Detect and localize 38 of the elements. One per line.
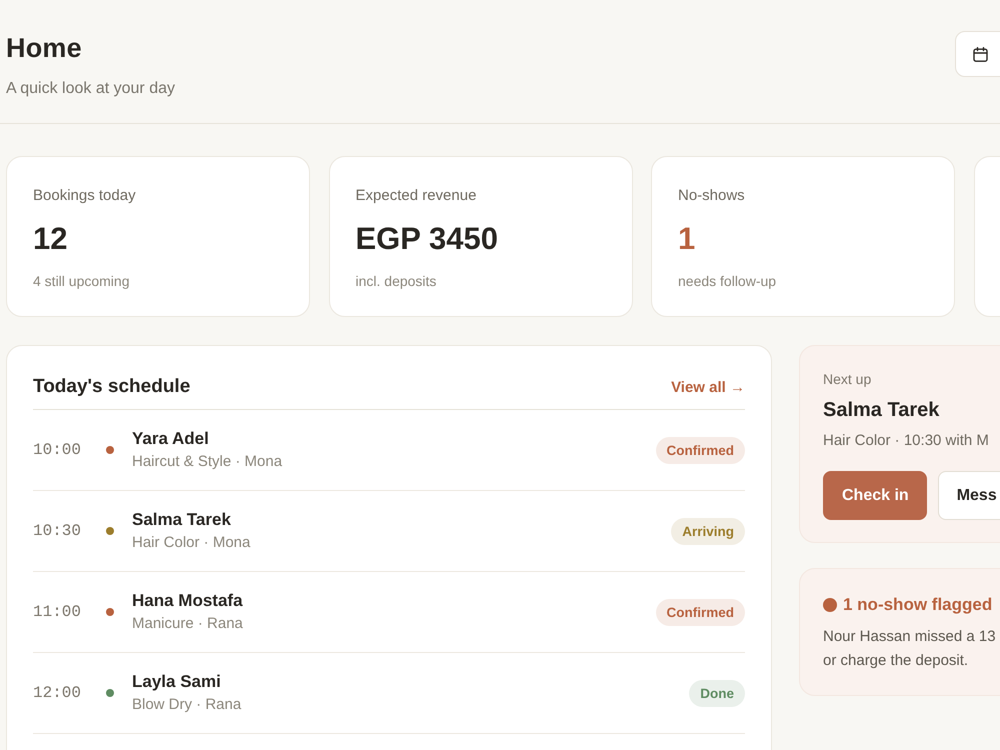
stat-note: 4 still upcoming <box>33 272 130 291</box>
appointment-time: 10:30 <box>33 521 82 541</box>
next-up-detail: Hair Color · 10:30 with M <box>823 431 989 451</box>
stat-label: Bookings today <box>33 186 136 206</box>
service-detail: Hair Color · Mona <box>132 533 250 553</box>
client-name: Layla Sami <box>132 671 221 693</box>
status-badge: Confirmed <box>656 598 745 626</box>
stat-note: incl. deposits <box>356 272 436 291</box>
alert-message: Nour Hassan missed a 13 or charge the deposit. <box>823 627 996 671</box>
message-button[interactable]: Mess <box>938 471 1000 520</box>
client-name: Hana Mostafa <box>132 590 243 612</box>
appointment-time: 10:00 <box>33 440 82 460</box>
stat-label: Expected revenue <box>356 186 476 206</box>
client-name: Yara Adel <box>132 428 209 450</box>
alert-title: 1 no-show flagged <box>843 594 992 616</box>
stat-note: needs follow-up <box>678 272 776 291</box>
service-detail: Manicure · Rana <box>132 614 243 634</box>
check-in-button[interactable]: Check in <box>823 471 927 520</box>
next-up-label: Next up <box>823 370 872 389</box>
status-badge: Confirmed <box>656 436 745 464</box>
status-badge: Arriving <box>671 518 745 544</box>
stat-value: 12 <box>33 221 68 257</box>
page-title: Home <box>6 32 82 65</box>
stat-value: 1 <box>678 221 696 257</box>
calendar-icon <box>973 46 988 62</box>
appointment-time: 11:00 <box>33 602 82 622</box>
appointment-time: 12:00 <box>33 683 82 703</box>
warning-dot-icon <box>823 598 837 612</box>
status-badge: Done <box>689 680 745 706</box>
client-name: Salma Tarek <box>132 509 231 531</box>
schedule-title: Today's schedule <box>33 375 190 399</box>
next-up-name: Salma Tarek <box>823 398 940 423</box>
service-detail: Blow Dry · Rana <box>132 695 242 715</box>
page-subtitle: A quick look at your day <box>6 79 175 99</box>
stat-label: No-shows <box>678 186 745 206</box>
view-all-link[interactable]: View all → <box>671 378 745 398</box>
stat-value: EGP 3450 <box>356 221 498 257</box>
service-detail: Haircut & Style · Mona <box>132 452 282 472</box>
